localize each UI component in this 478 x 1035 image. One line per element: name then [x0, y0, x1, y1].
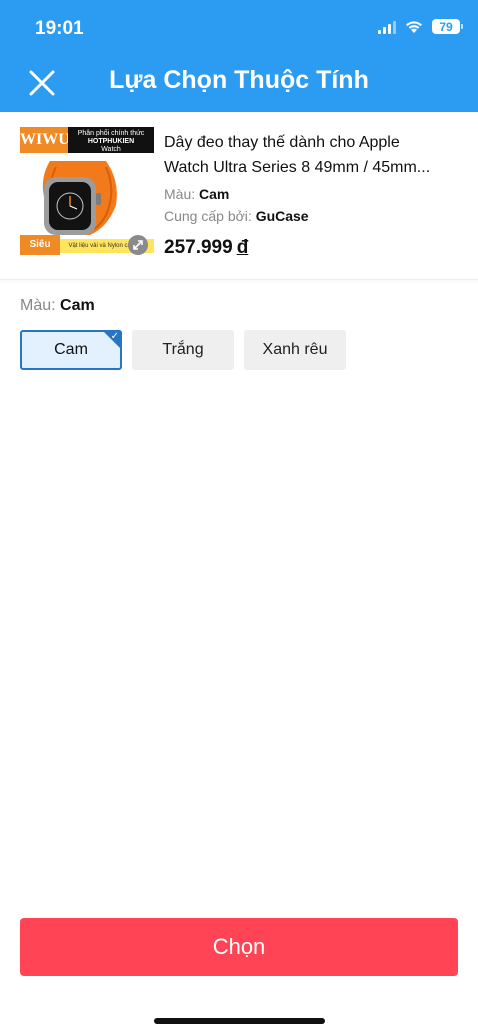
- battery-indicator: 79: [432, 19, 463, 34]
- top-bar: 19:01 79 Lựa Chọn Thuộc Tính: [0, 0, 478, 112]
- product-price: 257.999 đ: [164, 237, 248, 259]
- status-icons: 79: [378, 19, 463, 34]
- product-title-line2: Watch Ultra Series 8 49mm / 45mm...: [164, 159, 431, 176]
- signal-icon: [378, 20, 396, 34]
- option-chip-cam[interactable]: Cam ✓: [20, 330, 122, 370]
- product-supplier-row: Cung cấp bởi: GuCase: [164, 208, 309, 224]
- thumbnail-tag: Siêu nhẹ: [20, 235, 60, 261]
- status-time: 19:01: [35, 18, 84, 39]
- attribute-label-text: Màu:: [20, 297, 56, 314]
- product-color-row: Màu: Cam: [164, 186, 229, 202]
- price-currency: đ: [236, 237, 249, 258]
- product-supplier-label: Cung cấp bởi:: [164, 208, 252, 224]
- product-supplier-value: GuCase: [255, 208, 309, 224]
- option-label: Xanh rêu: [262, 341, 328, 358]
- price-value: 257.999: [164, 237, 233, 258]
- page-title: Lựa Chọn Thuộc Tính: [109, 66, 369, 94]
- home-indicator: [154, 1018, 325, 1024]
- option-chip-xanh-reu[interactable]: Xanh rêu: [244, 330, 346, 370]
- attribute-selected-value: Cam: [60, 297, 95, 314]
- option-label: Trắng: [162, 341, 204, 358]
- wifi-icon: [406, 21, 422, 33]
- product-color-value: Cam: [199, 186, 230, 202]
- expand-image-button[interactable]: [128, 235, 148, 255]
- choose-button[interactable]: Chọn: [20, 918, 458, 976]
- expand-icon: [133, 240, 143, 250]
- attribute-label: Màu: Cam: [20, 297, 95, 315]
- option-chip-trang[interactable]: Trắng: [132, 330, 234, 370]
- check-icon: ✓: [110, 331, 119, 342]
- option-label: Cam: [54, 341, 88, 358]
- product-title-line1: Dây đeo thay thế dành cho Apple: [164, 134, 400, 151]
- product-color-label: Màu:: [164, 186, 196, 202]
- product-title: Dây đeo thay thế dành cho Apple Watch Ul…: [164, 130, 462, 180]
